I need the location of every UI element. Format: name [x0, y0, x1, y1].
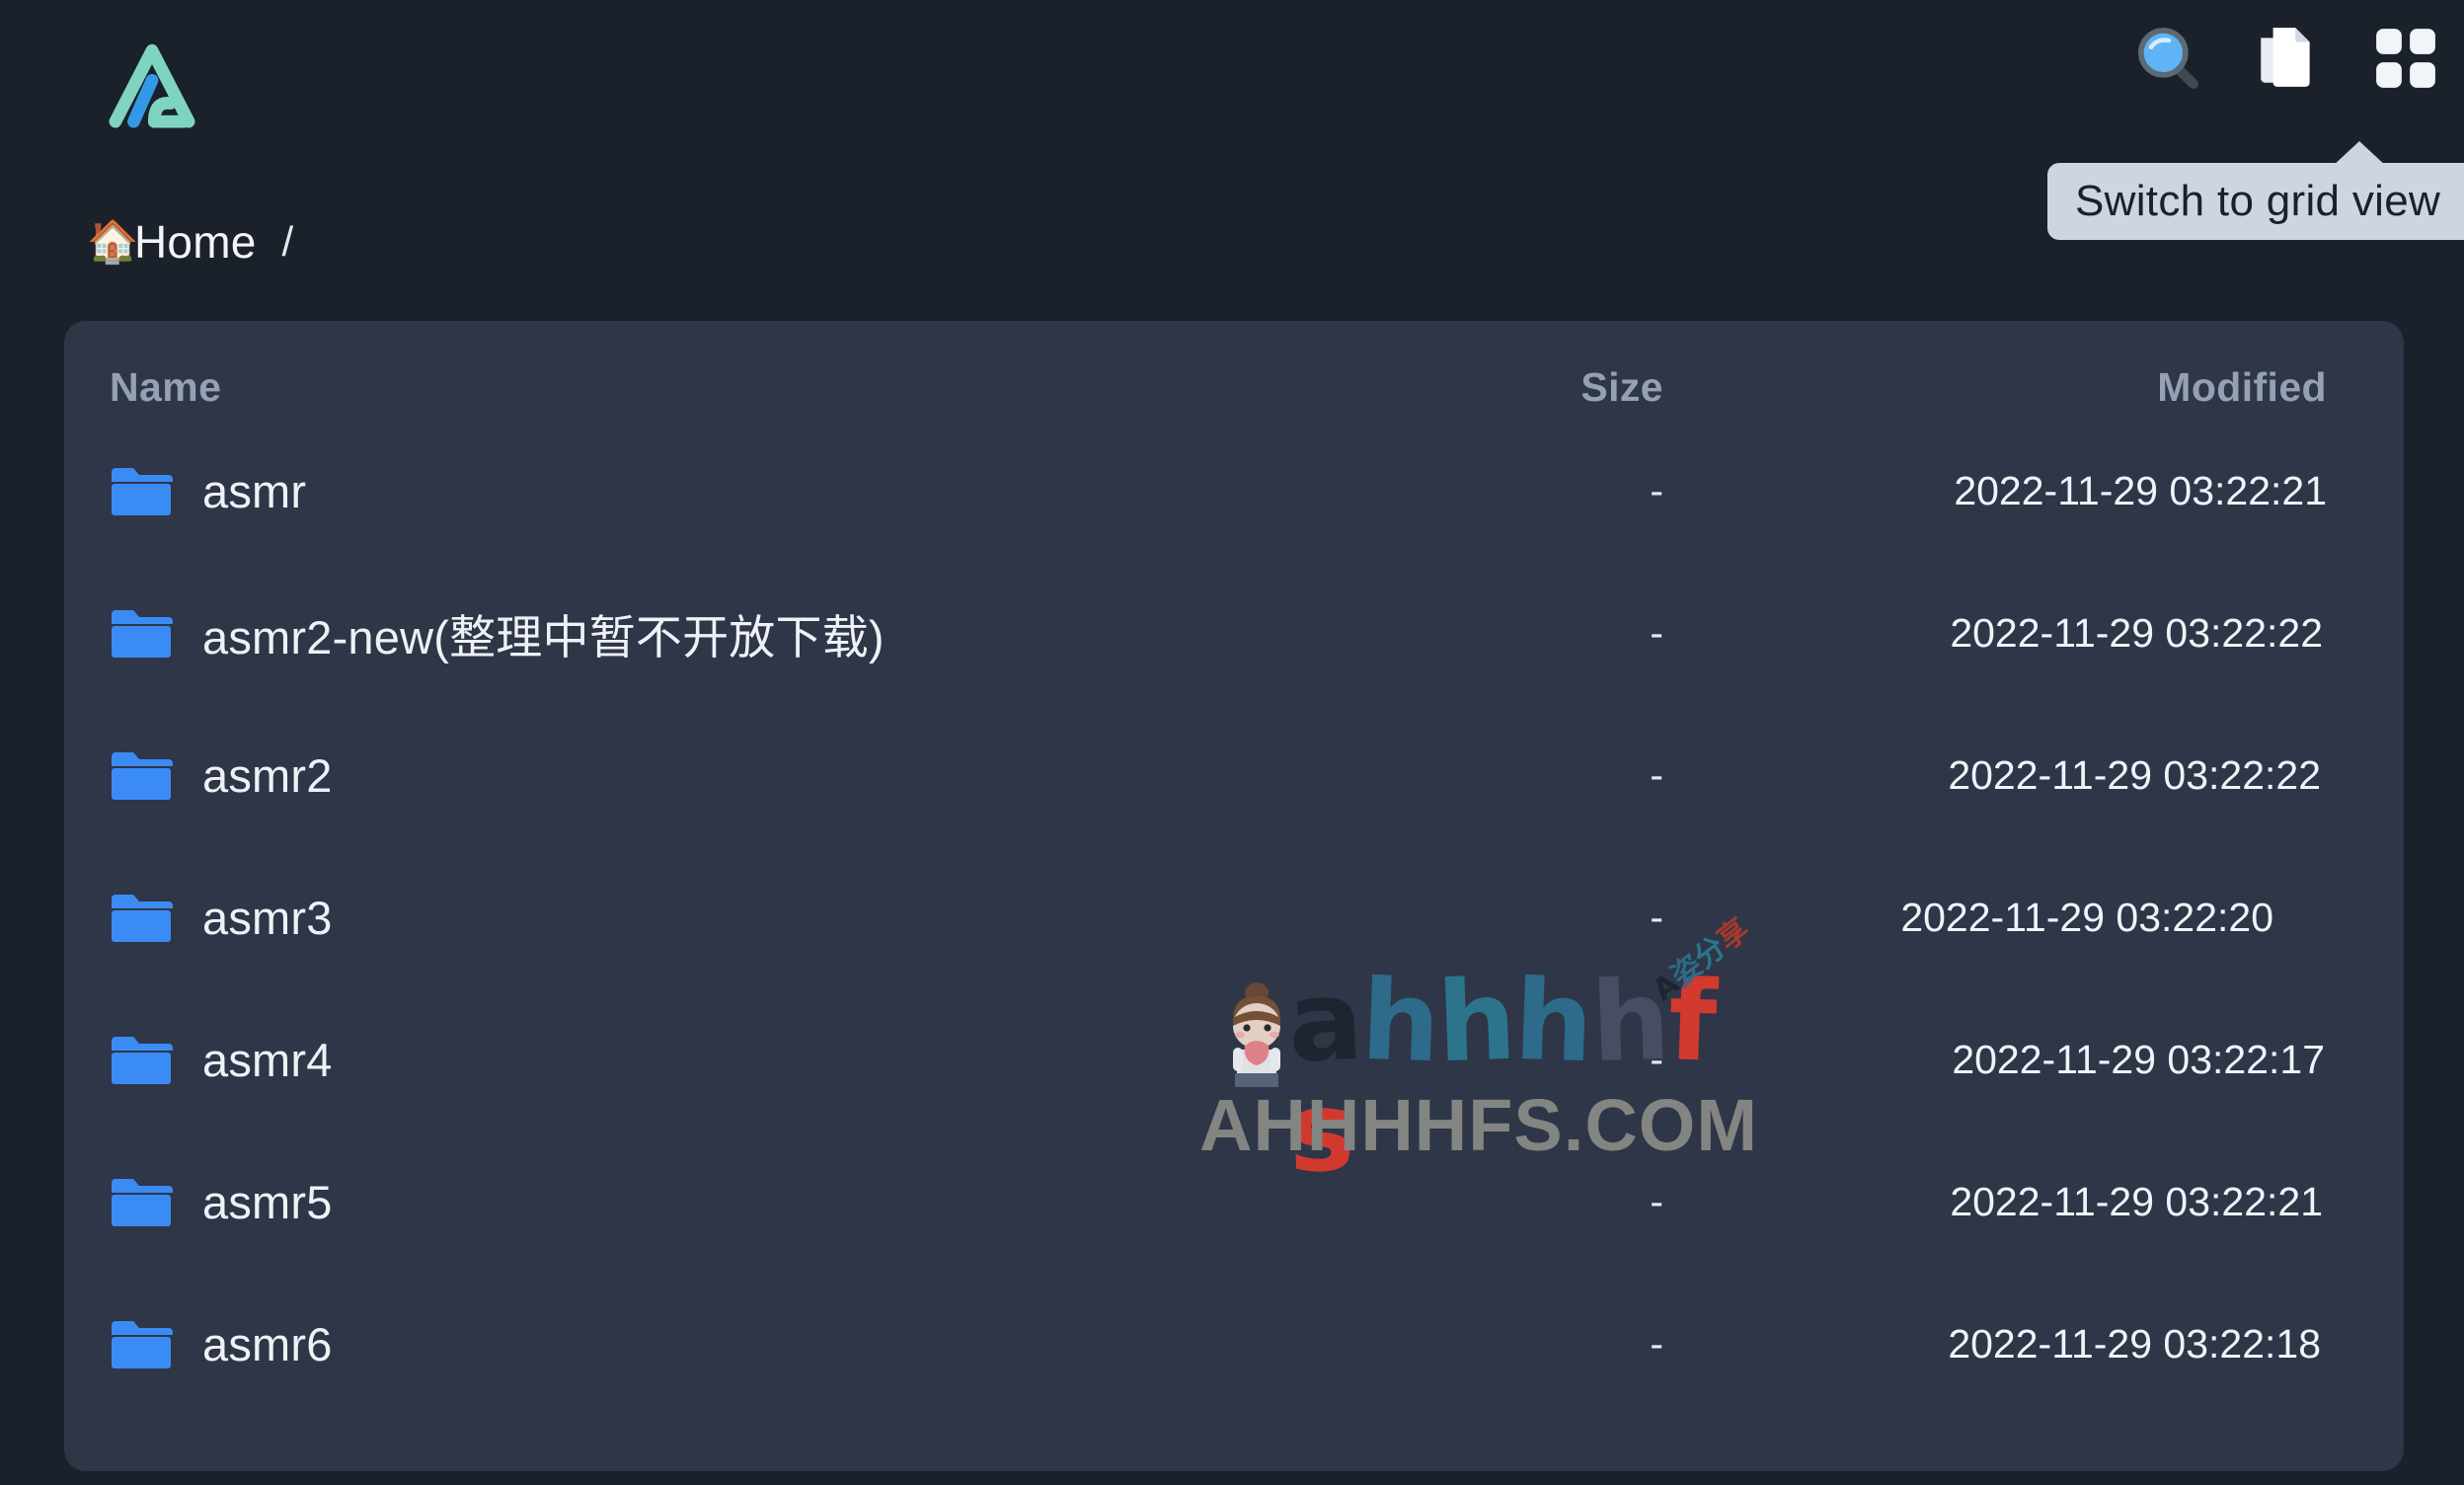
file-name-label: asmr5 — [202, 1175, 333, 1228]
search-button[interactable] — [2132, 22, 2205, 95]
copy-link-button[interactable] — [2251, 22, 2324, 95]
column-header-modified[interactable]: Modified — [2157, 364, 2327, 411]
table-row[interactable]: asmr4 - 2022-11-29 03:22:17 — [64, 988, 2404, 1131]
file-list-rows: asmr - 2022-11-29 03:22:21 asmr2-new(整理中暂不开… — [64, 420, 2404, 1415]
file-name-label: asmr3 — [202, 891, 333, 944]
file-modified-cell: 2022-11-29 03:22:22 — [1950, 609, 2323, 656]
folder-icon — [112, 1179, 173, 1226]
grid-view-button[interactable] — [2369, 22, 2442, 95]
file-name-label: asmr — [202, 464, 307, 517]
file-name-cell[interactable]: asmr4 — [110, 1033, 333, 1087]
file-size-cell: - — [1650, 467, 1663, 513]
app-logo[interactable] — [95, 28, 209, 142]
file-modified-cell: 2022-11-29 03:22:21 — [1954, 467, 2327, 513]
table-row[interactable]: asmr - 2022-11-29 03:22:21 — [64, 420, 2404, 562]
table-row[interactable]: asmr2-new(整理中暂不开放下载) - 2022-11-29 03:22:22 — [64, 562, 2404, 704]
file-name-cell[interactable]: asmr5 — [110, 1175, 333, 1229]
breadcrumb-item-home[interactable]: Home — [134, 219, 257, 265]
column-header-size[interactable]: Size — [1513, 364, 1663, 411]
file-list-panel: Name Size Modified asmr - 2022-11-29 03:22… — [64, 321, 2404, 1471]
file-name-cell[interactable]: asmr2 — [110, 748, 333, 803]
file-size-cell: - — [1650, 609, 1663, 656]
breadcrumb-separator: / — [281, 218, 294, 265]
file-modified-cell: 2022-11-29 03:22:17 — [1952, 1036, 2325, 1082]
breadcrumb: 🏠 Home / — [87, 219, 293, 265]
file-size-cell: - — [1650, 1036, 1663, 1082]
file-name-label: asmr2-new(整理中暂不开放下载) — [202, 610, 885, 664]
folder-icon — [112, 752, 173, 800]
file-modified-cell: 2022-11-29 03:22:20 — [1900, 894, 2273, 940]
table-row[interactable]: asmr2 - 2022-11-29 03:22:22 — [64, 704, 2404, 846]
toolbar — [2132, 22, 2442, 95]
file-size-cell: - — [1650, 894, 1663, 940]
table-row[interactable]: asmr6 - 2022-11-29 03:22:18 — [64, 1273, 2404, 1415]
folder-icon — [112, 610, 173, 658]
file-name-label: asmr4 — [202, 1033, 333, 1086]
file-modified-cell: 2022-11-29 03:22:18 — [1948, 1320, 2321, 1367]
tooltip-text: Switch to grid view — [2075, 177, 2441, 225]
file-list-header: Name Size Modified — [64, 321, 2404, 420]
house-icon: 🏠 — [87, 218, 139, 265]
file-modified-cell: 2022-11-29 03:22:22 — [1948, 751, 2321, 798]
file-name-label: asmr2 — [202, 748, 333, 802]
copy-icon — [2261, 28, 2310, 87]
folder-icon — [112, 1037, 173, 1084]
file-name-cell[interactable]: asmr2-new(整理中暂不开放下载) — [110, 599, 885, 667]
file-size-cell: - — [1650, 1178, 1663, 1224]
grid-view-tooltip: Switch to grid view — [2047, 163, 2464, 240]
column-header-name[interactable]: Name — [110, 364, 221, 411]
grid-view-icon — [2376, 29, 2435, 88]
file-name-cell[interactable]: asmr — [110, 464, 306, 518]
file-name-label: asmr6 — [202, 1317, 333, 1370]
search-icon — [2138, 28, 2198, 89]
folder-icon — [112, 1321, 173, 1368]
folder-icon — [112, 895, 173, 942]
table-row[interactable]: asmr3 - 2022-11-29 03:22:20 — [64, 846, 2404, 988]
file-name-cell[interactable]: asmr6 — [110, 1317, 333, 1371]
file-modified-cell: 2022-11-29 03:22:21 — [1950, 1178, 2323, 1224]
file-size-cell: - — [1650, 751, 1663, 798]
alist-logo-icon — [109, 43, 195, 128]
table-row[interactable]: asmr5 - 2022-11-29 03:22:21 — [64, 1131, 2404, 1273]
file-size-cell: - — [1650, 1320, 1663, 1367]
file-name-cell[interactable]: asmr3 — [110, 891, 333, 945]
folder-icon — [112, 468, 173, 515]
tooltip-arrow — [2332, 141, 2387, 167]
